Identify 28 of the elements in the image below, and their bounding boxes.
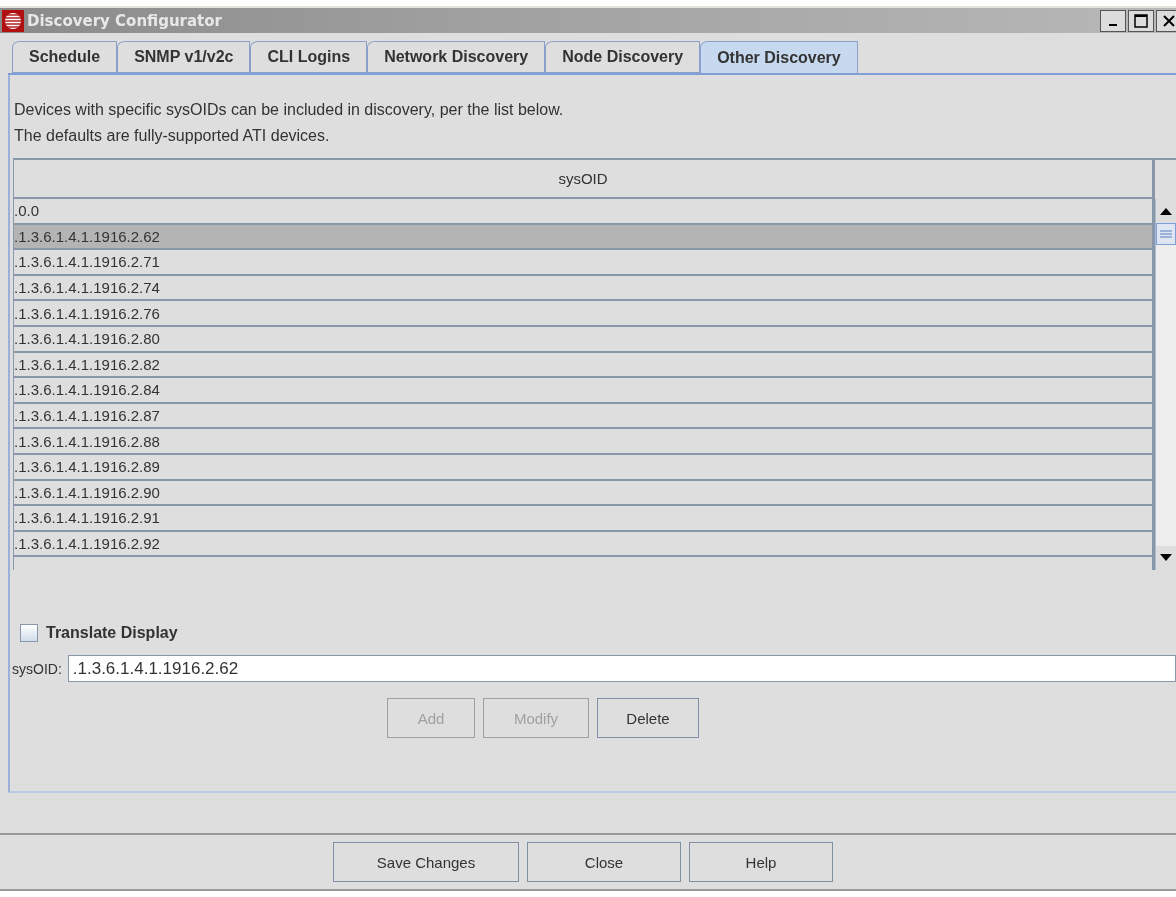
checkbox[interactable]: [20, 624, 38, 642]
window-title: Discovery Configurator: [27, 11, 223, 30]
description-text: The defaults are fully-supported ATI devices.: [14, 126, 331, 146]
checkbox-label: Translate Display: [46, 624, 178, 642]
input-field[interactable]: .1.3.6.1.4.1.1916.2.62: [67, 655, 1176, 682]
tab[interactable]: SNMP v1/v2c: [117, 41, 251, 73]
footer-button[interactable]: Help: [689, 842, 833, 882]
app-logo-icon: [2, 9, 24, 32]
scroll-down-icon[interactable]: [1156, 546, 1176, 570]
tab[interactable]: CLI Logins: [250, 41, 368, 73]
minimize-icon: [1109, 23, 1117, 26]
close-icon: [1162, 13, 1176, 28]
scroll-thumb[interactable]: [1156, 223, 1176, 245]
list-button[interactable]: Delete: [597, 698, 699, 738]
field-label: sysOID:: [12, 660, 62, 677]
tab[interactable]: Node Discovery: [545, 41, 701, 73]
footer-button[interactable]: Close: [527, 842, 681, 882]
description-text: Devices with specific sysOIDs can be included in discovery, per the list below.: [14, 100, 565, 120]
close-button[interactable]: [1156, 9, 1176, 32]
scroll-up-icon[interactable]: [1156, 199, 1176, 223]
maximize-icon: [1134, 13, 1148, 28]
tab[interactable]: Schedule: [12, 41, 118, 73]
table-row[interactable]: .1.3.6.1.4.1.1916.2.62: [14, 224, 1152, 251]
tab[interactable]: Other Discovery: [700, 41, 858, 73]
tab[interactable]: Network Discovery: [367, 41, 546, 73]
maximize-button[interactable]: [1128, 9, 1154, 32]
footer-button[interactable]: Save Changes: [333, 842, 519, 882]
minimize-button[interactable]: [1100, 9, 1126, 32]
